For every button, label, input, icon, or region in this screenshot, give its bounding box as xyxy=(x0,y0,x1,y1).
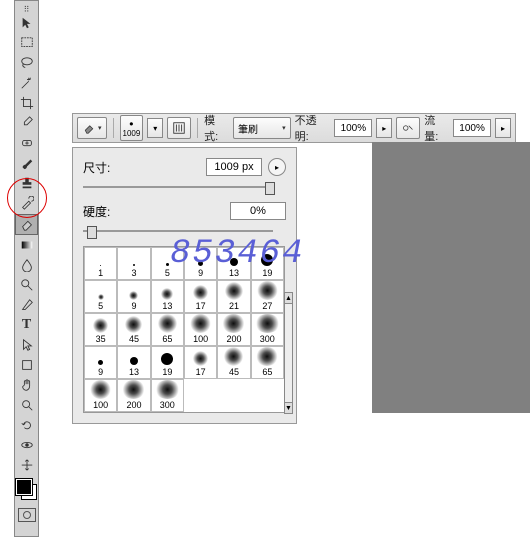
tool-wand[interactable] xyxy=(16,74,37,93)
flow-input[interactable] xyxy=(453,119,491,137)
scroll-up-icon[interactable]: ▲ xyxy=(284,292,293,304)
brush-preset[interactable]: 21 xyxy=(217,280,250,313)
brush-preset[interactable]: 200 xyxy=(217,313,250,346)
size-input[interactable] xyxy=(206,158,262,176)
tool-3d-pan[interactable] xyxy=(16,456,37,475)
tool-move[interactable] xyxy=(16,14,37,33)
tool-blur[interactable] xyxy=(16,256,37,275)
color-swatches[interactable] xyxy=(16,479,37,500)
tool-type[interactable]: T xyxy=(16,316,37,335)
foreground-color-swatch[interactable] xyxy=(16,479,32,495)
size-label: 尺寸: xyxy=(83,159,123,176)
hardness-label: 硬度: xyxy=(83,203,123,220)
brush-preset[interactable]: 19 xyxy=(151,346,184,379)
tablet-pressure-opacity[interactable] xyxy=(396,117,420,139)
tool-dodge[interactable] xyxy=(16,276,37,295)
brush-preset[interactable]: 1 xyxy=(84,247,117,280)
mode-dropdown[interactable]: 筆刷▾ xyxy=(233,117,291,139)
brush-preset[interactable]: 65 xyxy=(251,346,284,379)
brush-preset[interactable]: 17 xyxy=(184,280,217,313)
scroll-down-icon[interactable]: ▼ xyxy=(284,402,293,414)
brush-preset[interactable]: 17 xyxy=(184,346,217,379)
tool-heal[interactable] xyxy=(16,134,37,153)
brush-preset[interactable]: 45 xyxy=(217,346,250,379)
tool-crop[interactable] xyxy=(16,94,37,113)
brush-preset[interactable]: 45 xyxy=(117,313,150,346)
tool-gradient[interactable] xyxy=(16,236,37,255)
tool-zoom[interactable] xyxy=(16,396,37,415)
tools-palette: ⠿ T xyxy=(14,0,39,537)
tool-3d-orbit[interactable] xyxy=(16,436,37,455)
tool-lasso[interactable] xyxy=(16,54,37,73)
brush-preset[interactable]: 13 xyxy=(217,247,250,280)
mode-label: 模式: xyxy=(204,112,229,144)
brush-preset[interactable]: 9 xyxy=(117,280,150,313)
palette-grip[interactable]: ⠿ xyxy=(15,5,38,13)
brush-preset[interactable]: 65 xyxy=(151,313,184,346)
brush-preset[interactable]: 300 xyxy=(251,313,284,346)
brush-preset[interactable]: 35 xyxy=(84,313,117,346)
brush-preset[interactable]: 27 xyxy=(251,280,284,313)
brush-panel-toggle[interactable] xyxy=(167,117,191,139)
quickmask-toggle[interactable] xyxy=(16,506,37,524)
brush-preset[interactable]: 100 xyxy=(184,313,217,346)
tool-marquee[interactable] xyxy=(16,34,37,53)
presets-scrollbar[interactable]: ▲ ▼ xyxy=(284,292,293,414)
brush-preset[interactable]: 13 xyxy=(117,346,150,379)
brush-preset[interactable]: 5 xyxy=(151,247,184,280)
tool-stamp[interactable] xyxy=(16,174,37,193)
size-slider[interactable] xyxy=(83,180,273,194)
brush-preset[interactable]: 9 xyxy=(184,247,217,280)
opacity-arrow[interactable]: ▸ xyxy=(376,118,392,138)
flow-arrow[interactable]: ▸ xyxy=(495,118,511,138)
brush-preset[interactable]: 13 xyxy=(151,280,184,313)
hardness-input[interactable] xyxy=(230,202,286,220)
tool-path-select[interactable] xyxy=(16,336,37,355)
brush-preset[interactable]: 5 xyxy=(84,280,117,313)
options-bar: ▾ • 1009 ▾ 模式: 筆刷▾ 不透明: ▸ 流量: ▸ xyxy=(72,113,516,143)
tool-brush[interactable] xyxy=(16,154,37,173)
brush-preset[interactable]: 200 xyxy=(117,379,150,412)
brush-preset[interactable]: 300 xyxy=(151,379,184,412)
brush-preset[interactable]: 9 xyxy=(84,346,117,379)
tool-preset-picker[interactable]: ▾ xyxy=(77,117,107,139)
tool-history-brush[interactable] xyxy=(16,194,37,213)
tool-pen[interactable] xyxy=(16,296,37,315)
flow-label: 流量: xyxy=(424,112,449,144)
brush-preset-panel: 尺寸: ▸ 硬度: 135913195913172127354565100200… xyxy=(72,147,297,424)
brush-preset-arrow[interactable]: ▾ xyxy=(147,118,163,138)
brush-presets-grid: 1359131959131721273545651002003009131917… xyxy=(83,246,285,413)
opacity-input[interactable] xyxy=(334,119,372,137)
tool-eraser[interactable] xyxy=(15,214,38,235)
tool-eyedropper[interactable] xyxy=(16,114,37,133)
panel-flyout-icon[interactable]: ▸ xyxy=(268,158,286,176)
tool-hand[interactable] xyxy=(16,376,37,395)
tool-rotate[interactable] xyxy=(16,416,37,435)
brush-preset[interactable]: 100 xyxy=(84,379,117,412)
brush-preset-picker[interactable]: • 1009 xyxy=(120,115,144,141)
brush-preset[interactable]: 3 xyxy=(117,247,150,280)
brush-preset[interactable]: 19 xyxy=(251,247,284,280)
canvas[interactable] xyxy=(372,142,530,413)
hardness-slider[interactable] xyxy=(83,224,273,238)
tool-shape[interactable] xyxy=(16,356,37,375)
workspace: ▾ • 1009 ▾ 模式: 筆刷▾ 不透明: ▸ 流量: ▸ 尺寸: xyxy=(72,113,516,413)
opacity-label: 不透明: xyxy=(295,112,331,144)
